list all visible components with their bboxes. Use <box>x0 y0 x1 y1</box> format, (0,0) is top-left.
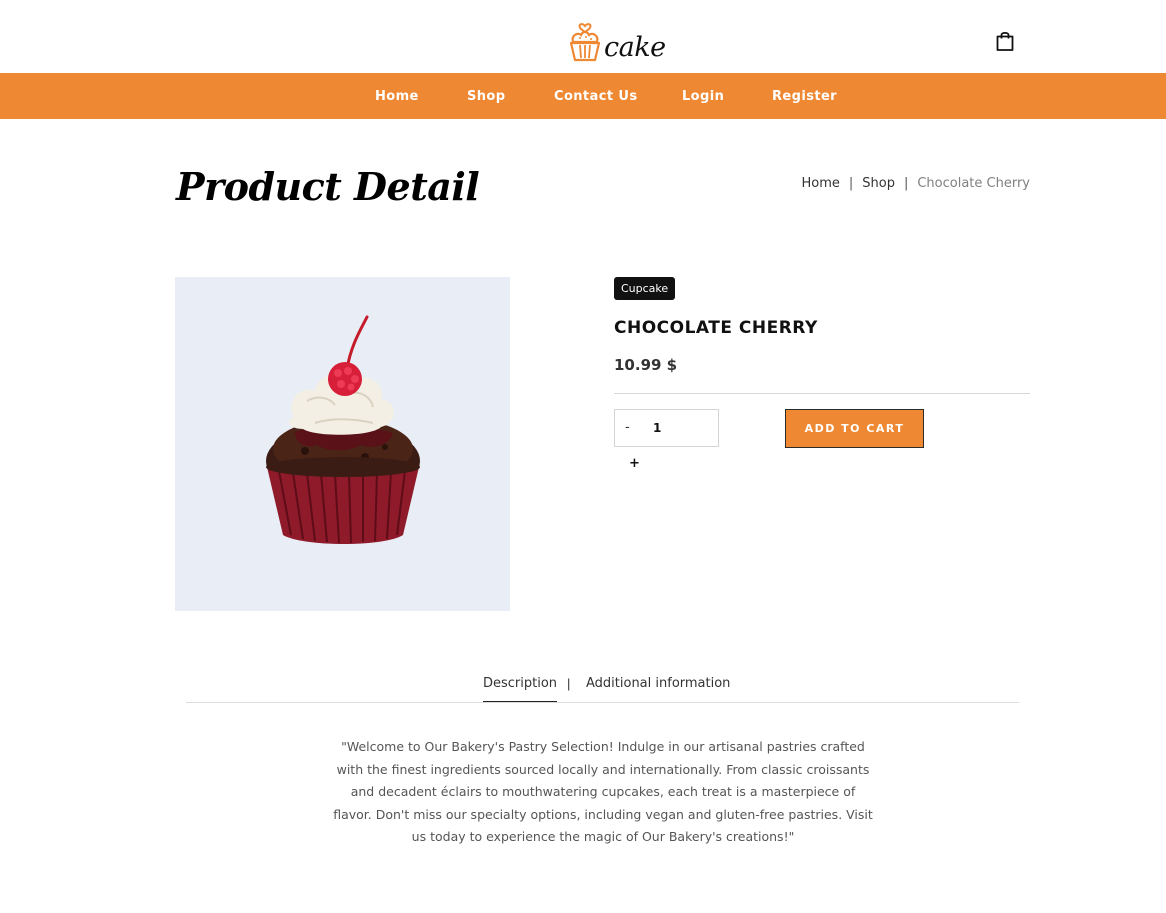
cupcake-icon <box>568 22 602 62</box>
main-nav: Home Shop Contact Us Login Register <box>0 73 1166 119</box>
product-image <box>175 277 510 611</box>
quantity-decrease-button[interactable]: - <box>625 420 630 435</box>
nav-item-login[interactable]: Login <box>682 89 724 104</box>
breadcrumb-current: Chocolate Cherry <box>917 176 1030 191</box>
add-to-cart-button[interactable]: ADD TO CART <box>785 409 924 448</box>
logo-text: cake <box>604 32 666 63</box>
nav-item-contact-us[interactable]: Contact Us <box>554 89 637 104</box>
breadcrumb-separator: | <box>903 176 909 191</box>
product-description: "Welcome to Our Bakery's Pastry Selectio… <box>333 739 873 844</box>
shopping-bag-icon[interactable] <box>993 29 1017 53</box>
logo[interactable]: cake <box>568 18 668 62</box>
quantity-stepper: - <box>614 409 719 447</box>
breadcrumb: Home | Shop | Chocolate Cherry <box>801 176 1030 191</box>
product-name: CHOCOLATE CHERRY <box>614 318 818 338</box>
product-tabs: Description | Additional information <box>186 674 1019 703</box>
nav-item-shop[interactable]: Shop <box>467 89 505 104</box>
breadcrumb-shop[interactable]: Shop <box>862 176 895 191</box>
tab-separator: | <box>567 676 571 691</box>
nav-item-home[interactable]: Home <box>375 89 419 104</box>
site-header: cake <box>0 0 1166 73</box>
divider <box>614 393 1030 394</box>
breadcrumb-separator: | <box>848 176 854 191</box>
product-price: 10.99 $ <box>614 356 678 374</box>
category-badge: Cupcake <box>614 277 676 300</box>
page-title: Product Detail <box>176 164 480 209</box>
tab-description[interactable]: Description <box>483 676 558 702</box>
nav-item-register[interactable]: Register <box>772 89 837 104</box>
quantity-increase-button[interactable]: + <box>629 456 640 471</box>
quantity-input[interactable] <box>653 416 693 440</box>
breadcrumb-home[interactable]: Home <box>801 176 839 191</box>
tab-additional-information[interactable]: Additional information <box>586 676 730 701</box>
